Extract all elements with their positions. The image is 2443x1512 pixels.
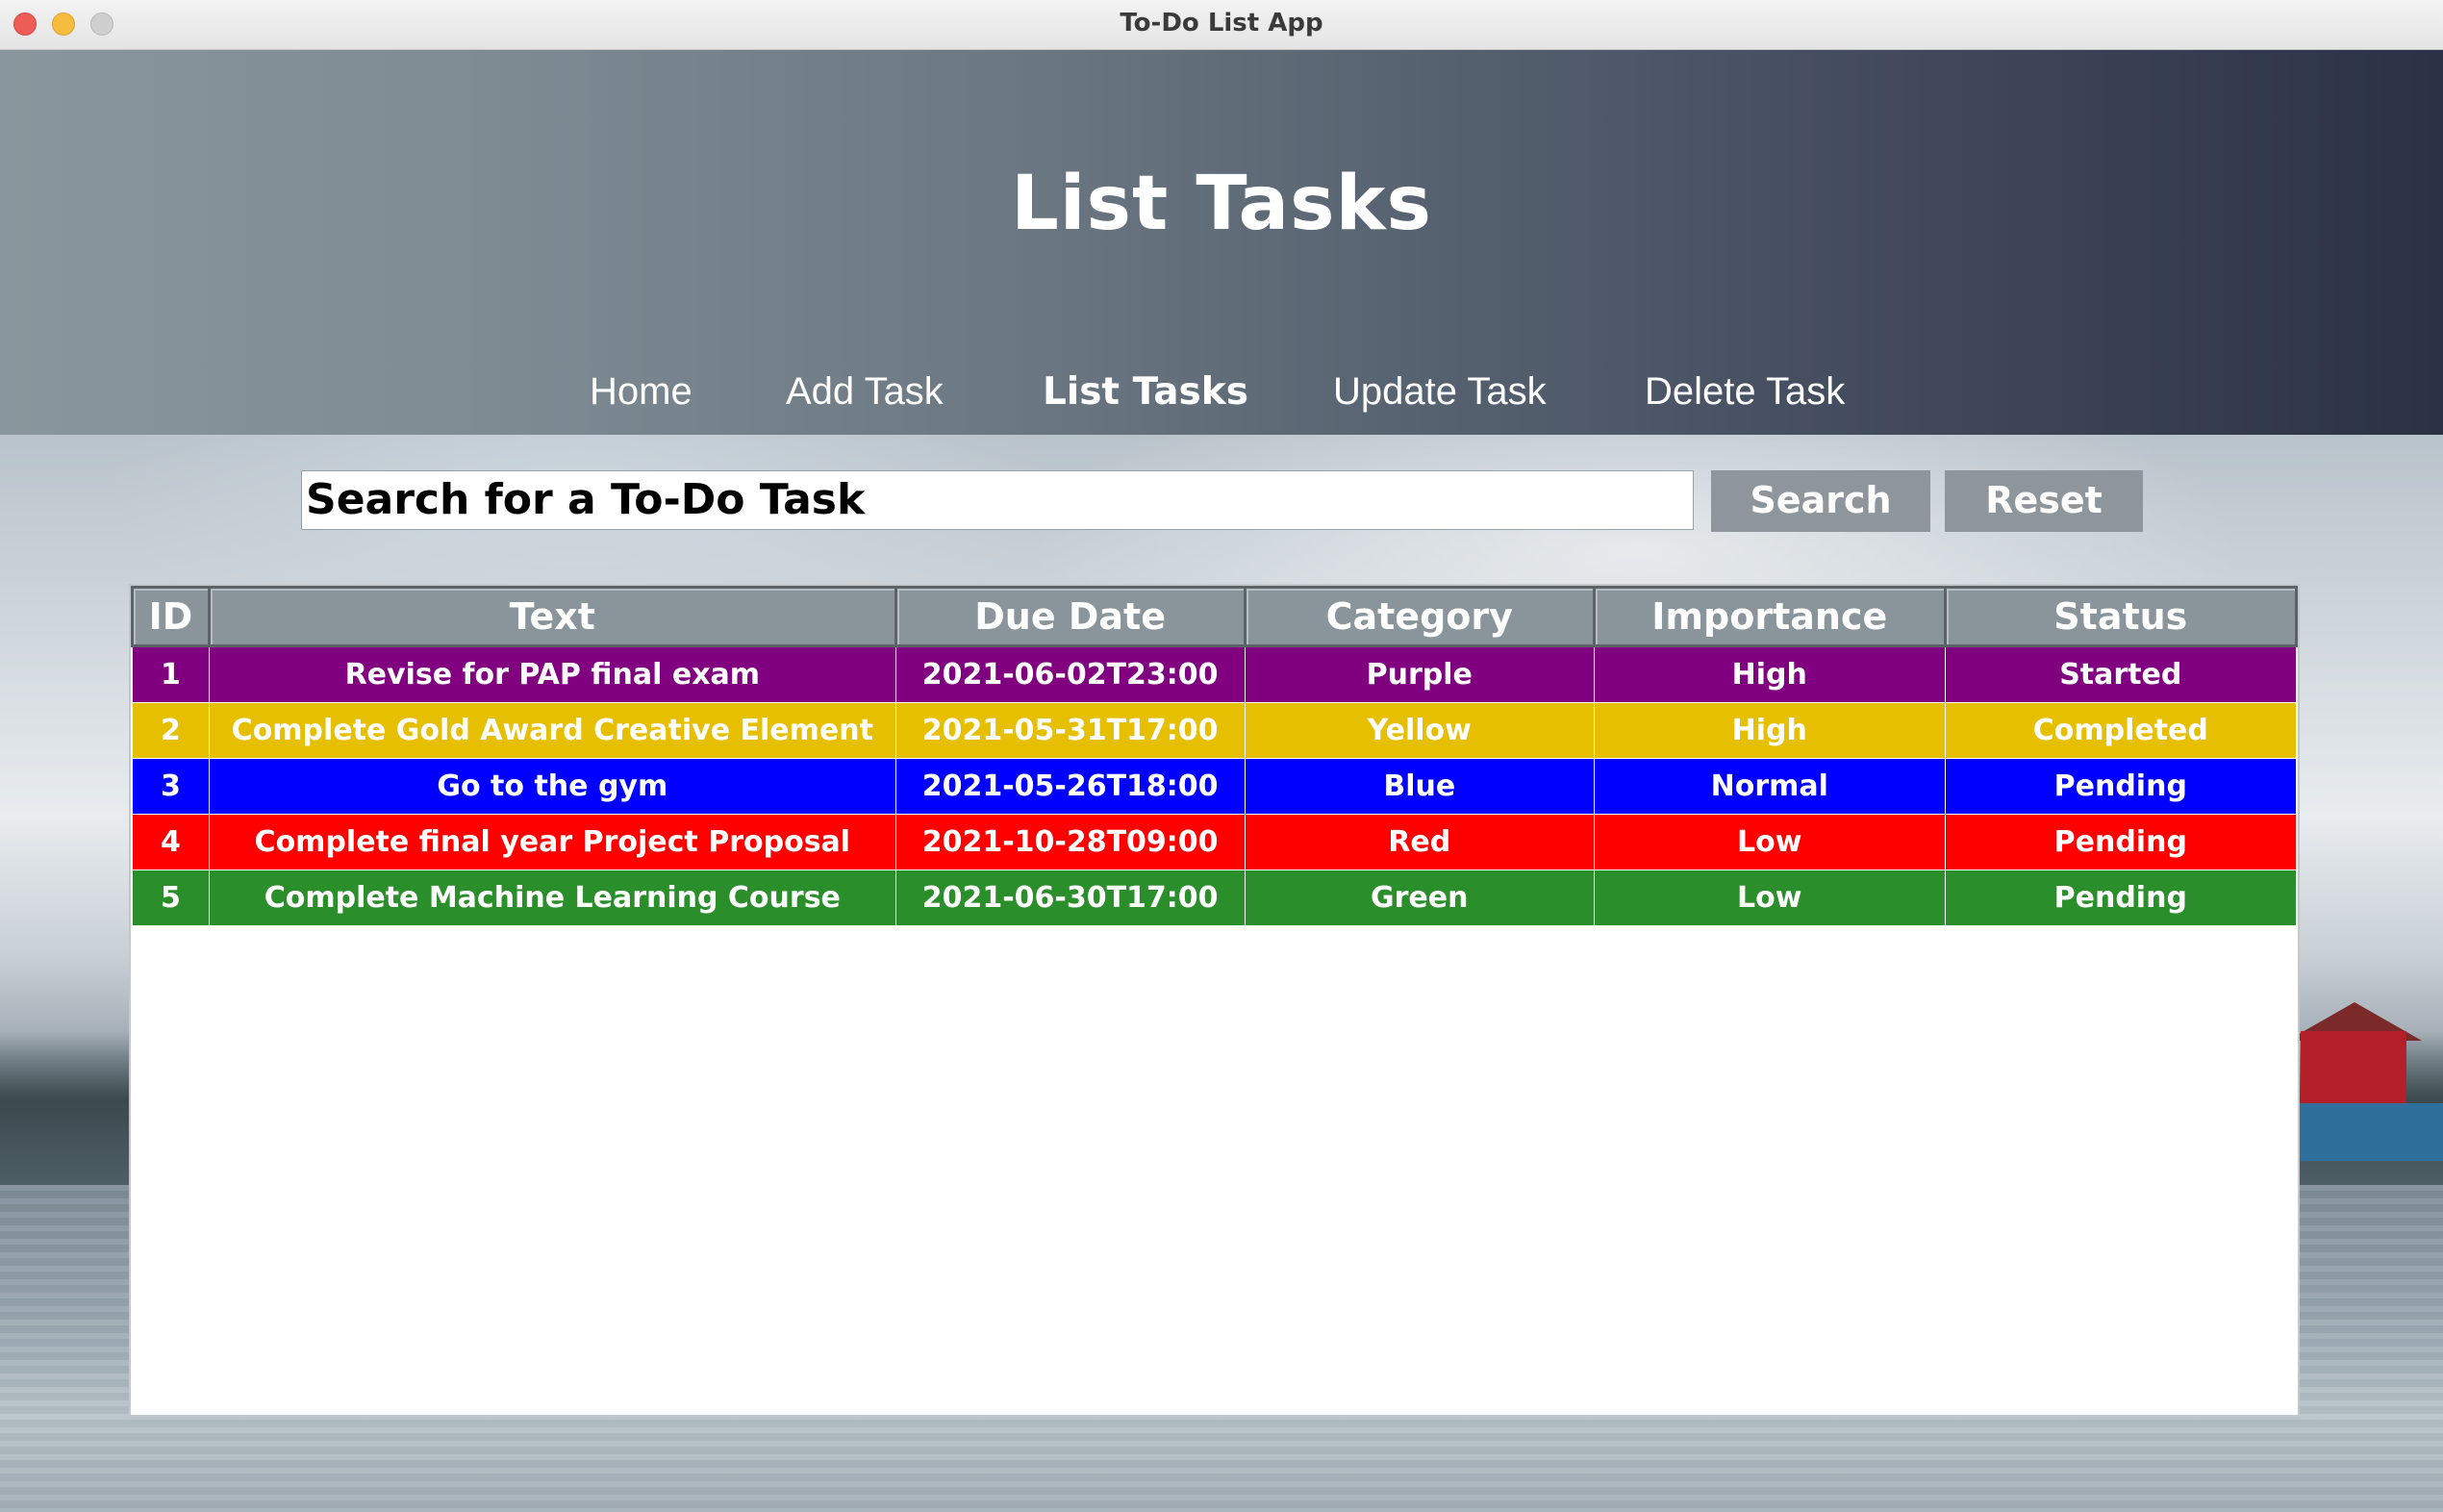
search-button[interactable]: Search bbox=[1711, 470, 1930, 532]
column-header-category[interactable]: Category bbox=[1243, 586, 1596, 647]
cell-status: Completed bbox=[1944, 702, 2298, 759]
background-house-blue bbox=[2299, 1103, 2443, 1161]
cell-due-date: 2021-06-30T17:00 bbox=[894, 869, 1246, 926]
cell-importance: High bbox=[1593, 702, 1946, 759]
table-row[interactable]: 3 Go to the gym 2021-05-26T18:00 Blue Normal… bbox=[132, 758, 2298, 815]
column-header-importance[interactable]: Importance bbox=[1592, 586, 1947, 647]
cell-text: Go to the gym bbox=[208, 758, 896, 815]
column-header-id[interactable]: ID bbox=[131, 586, 211, 647]
reset-button[interactable]: Reset bbox=[1945, 470, 2143, 532]
nav-add-task[interactable]: Add Task bbox=[786, 370, 944, 414]
cell-due-date: 2021-05-26T18:00 bbox=[894, 758, 1246, 815]
search-input[interactable]: Search for a To-Do Task bbox=[301, 470, 1694, 530]
cell-category: Yellow bbox=[1244, 702, 1595, 759]
nav-home[interactable]: Home bbox=[590, 370, 693, 414]
cell-category: Blue bbox=[1244, 758, 1595, 815]
app-content: List Tasks Home Add Task List Tasks Upda… bbox=[0, 50, 2443, 1512]
column-header-text[interactable]: Text bbox=[207, 586, 897, 647]
cell-id: 3 bbox=[132, 758, 210, 815]
cell-importance: Low bbox=[1593, 869, 1946, 926]
cell-id: 5 bbox=[132, 869, 210, 926]
cell-importance: High bbox=[1593, 645, 1946, 703]
nav-list-tasks[interactable]: List Tasks bbox=[1043, 370, 1248, 414]
cell-text: Complete final year Project Proposal bbox=[208, 814, 896, 870]
cell-due-date: 2021-10-28T09:00 bbox=[894, 814, 1246, 870]
cell-status: Pending bbox=[1944, 814, 2298, 870]
table-row[interactable]: 5 Complete Machine Learning Course 2021-06… bbox=[132, 869, 2298, 926]
cell-importance: Low bbox=[1593, 814, 1946, 870]
cell-due-date: 2021-05-31T17:00 bbox=[894, 702, 1246, 759]
cell-text: Revise for PAP final exam bbox=[208, 645, 896, 703]
cell-status: Started bbox=[1944, 645, 2298, 703]
cell-category: Green bbox=[1244, 869, 1595, 926]
cell-status: Pending bbox=[1944, 869, 2298, 926]
table-row[interactable]: 1 Revise for PAP final exam 2021-06-02T23:… bbox=[132, 645, 2298, 703]
window-title: To-Do List App bbox=[1120, 9, 1323, 38]
cell-importance: Normal bbox=[1593, 758, 1946, 815]
window-titlebar: To-Do List App bbox=[0, 0, 2443, 50]
cell-due-date: 2021-06-02T23:00 bbox=[894, 645, 1246, 703]
table-header-row: ID Text Due Date Category Importance Sta… bbox=[131, 586, 2299, 647]
cell-category: Red bbox=[1244, 814, 1595, 870]
cell-id: 2 bbox=[132, 702, 210, 759]
table-row[interactable]: 4 Complete final year Project Proposal 202… bbox=[132, 814, 2298, 870]
table-row[interactable]: 2 Complete Gold Award Creative Element 202… bbox=[132, 702, 2298, 759]
page-title: List Tasks bbox=[1011, 161, 1432, 247]
cell-id: 4 bbox=[132, 814, 210, 870]
cell-category: Purple bbox=[1244, 645, 1595, 703]
cell-id: 1 bbox=[132, 645, 210, 703]
nav-bar: Home Add Task List Tasks Update Task Del… bbox=[0, 370, 2443, 428]
cell-status: Pending bbox=[1944, 758, 2298, 815]
column-header-due-date[interactable]: Due Date bbox=[894, 586, 1247, 647]
tasks-table: ID Text Due Date Category Importance Sta… bbox=[129, 584, 2300, 1417]
nav-update-task[interactable]: Update Task bbox=[1333, 370, 1547, 414]
column-header-status[interactable]: Status bbox=[1943, 586, 2299, 647]
cell-text: Complete Machine Learning Course bbox=[208, 869, 896, 926]
nav-delete-task[interactable]: Delete Task bbox=[1645, 370, 1845, 414]
cell-text: Complete Gold Award Creative Element bbox=[208, 702, 896, 759]
